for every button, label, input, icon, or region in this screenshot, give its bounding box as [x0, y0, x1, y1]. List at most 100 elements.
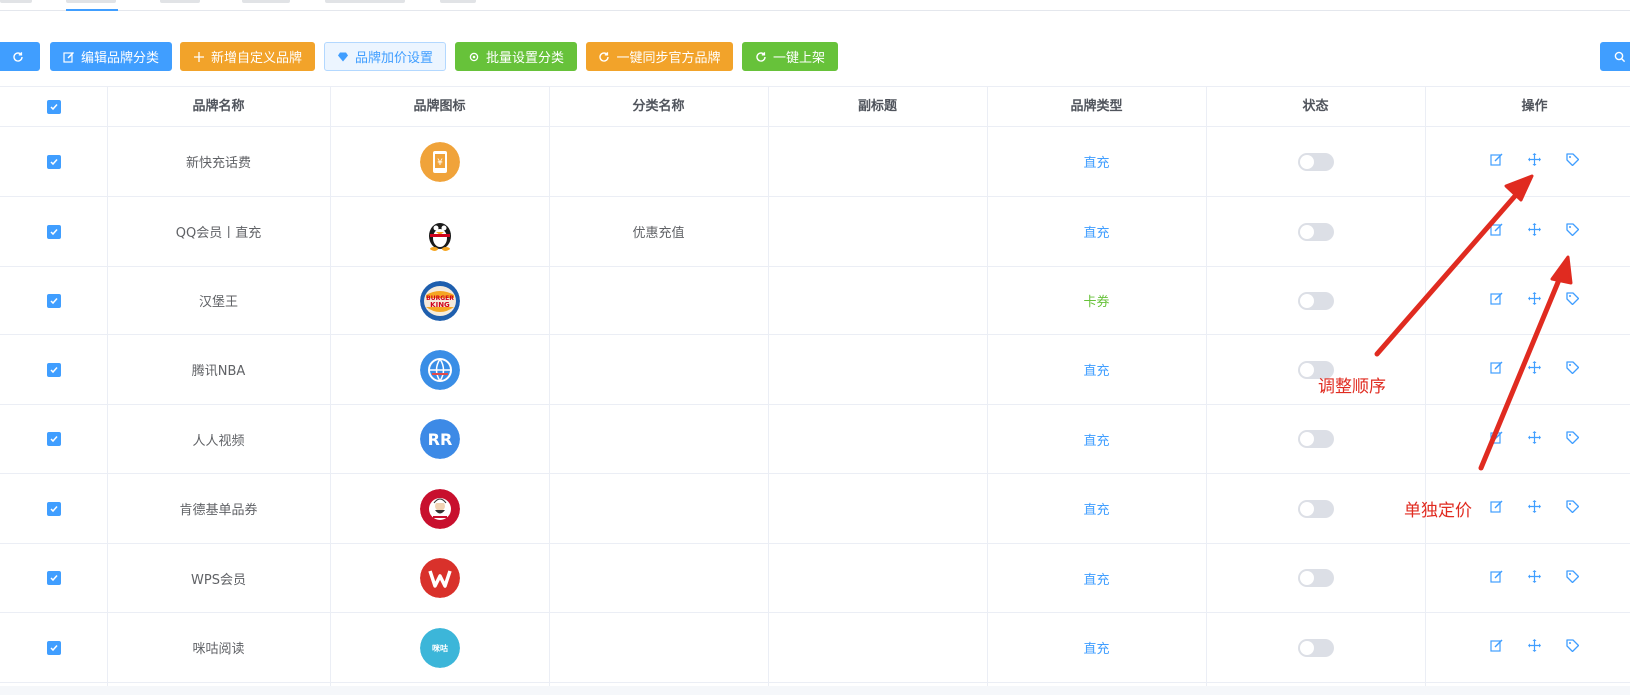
sync-official-brands-button[interactable]: 一键同步官方品牌 — [586, 42, 733, 71]
tab-fragment[interactable] — [66, 0, 116, 3]
row-checkbox[interactable] — [46, 154, 61, 169]
set-price-button[interactable] — [1566, 639, 1580, 656]
edit-button[interactable] — [1490, 361, 1503, 378]
row-checkbox[interactable] — [46, 224, 61, 239]
add-custom-brand-button[interactable]: 新增自定义品牌 — [180, 42, 315, 71]
status-cell — [1206, 544, 1425, 612]
tab-fragment[interactable] — [440, 0, 476, 3]
status-switch[interactable] — [1297, 430, 1334, 448]
refresh-icon — [13, 51, 23, 62]
brand-name: 腾讯NBA — [191, 364, 246, 379]
status-switch[interactable] — [1297, 499, 1334, 518]
edit-brand-category-button[interactable]: 编辑品牌分类 — [50, 42, 172, 71]
status-switch[interactable] — [1297, 222, 1334, 241]
select-all-checkbox[interactable] — [46, 100, 61, 114]
checkbox-cell — [0, 474, 107, 543]
tab-fragment[interactable] — [0, 0, 32, 3]
table-row: QQ会员丨直充 优惠充值 直充 — [0, 197, 1630, 267]
brand-markup-settings-button[interactable]: 品牌加价设置 — [324, 42, 446, 71]
edit-icon — [1490, 431, 1503, 444]
tab-fragment[interactable] — [160, 0, 200, 3]
set-price-button[interactable] — [1566, 500, 1580, 517]
header-brand-type: 品牌类型 — [1070, 99, 1123, 114]
brand-type-cell: 直充 — [987, 335, 1206, 404]
category-name: 优惠充值 — [632, 226, 685, 241]
reorder-button[interactable] — [1528, 153, 1541, 170]
row-checkbox[interactable] — [46, 362, 61, 377]
sync-official-brands-label: 一键同步官方品牌 — [616, 51, 721, 66]
edit-button[interactable] — [1490, 639, 1503, 656]
row-checkbox[interactable] — [46, 571, 61, 585]
edit-button[interactable] — [1490, 292, 1503, 309]
edit-button[interactable] — [1490, 500, 1503, 517]
status-switch[interactable] — [1297, 152, 1334, 171]
brand-type-cell: 直充 — [987, 474, 1206, 543]
set-price-button[interactable] — [1566, 569, 1580, 587]
price-tag-icon — [1566, 430, 1580, 444]
row-checkbox[interactable] — [46, 501, 61, 516]
phone-recharge-logo: ¥ — [419, 141, 460, 182]
table-row: 肯德基单品券 直充 — [0, 474, 1630, 544]
refresh-button[interactable] — [0, 42, 40, 71]
check-icon — [49, 158, 58, 165]
header-subtitle: 副标题 — [857, 99, 897, 114]
tab-fragment[interactable] — [242, 0, 290, 3]
brand-icon-cell: 咪咕 — [330, 613, 549, 682]
row-checkbox[interactable] — [46, 640, 61, 655]
publish-all-button[interactable]: 一键上架 — [742, 42, 838, 71]
brand-name-cell: 人人视频 — [107, 405, 330, 473]
status-switch[interactable] — [1297, 638, 1334, 657]
row-actions — [1490, 500, 1580, 517]
tencent-nba-logo — [419, 349, 460, 390]
row-checkbox[interactable] — [46, 432, 61, 446]
batch-set-category-label: 批量设置分类 — [485, 51, 564, 66]
reorder-button[interactable] — [1528, 430, 1541, 448]
reorder-button[interactable] — [1528, 361, 1541, 378]
edit-icon — [1490, 292, 1503, 305]
move-icon — [1528, 430, 1541, 444]
burger-king-logo: BURGER KING — [419, 280, 460, 321]
edit-button[interactable] — [1490, 153, 1503, 170]
tab-active-indicator — [66, 9, 118, 11]
brand-name-cell: QQ会员丨直充 — [107, 197, 330, 266]
edit-icon — [1490, 223, 1503, 236]
edit-button[interactable] — [1490, 570, 1503, 587]
set-price-button[interactable] — [1566, 153, 1580, 170]
search-icon — [1614, 51, 1626, 62]
brand-name: 肯德基单品券 — [179, 503, 258, 518]
plus-icon — [193, 51, 204, 62]
diamond-icon — [337, 52, 348, 61]
search-button[interactable] — [1600, 42, 1630, 71]
brand-type-tag: 直充 — [1083, 503, 1110, 518]
set-price-button[interactable] — [1566, 292, 1580, 309]
brand-type-tag: 直充 — [1083, 642, 1110, 657]
brand-name-cell: WPS会员 — [107, 544, 330, 612]
edit-button[interactable] — [1490, 431, 1503, 448]
column-divider — [987, 86, 988, 695]
check-icon — [49, 436, 58, 443]
category-cell — [549, 474, 768, 543]
check-icon — [49, 644, 58, 651]
publish-all-label: 一键上架 — [772, 51, 825, 66]
row-checkbox[interactable] — [46, 293, 61, 308]
set-price-button[interactable] — [1566, 361, 1580, 378]
reorder-button[interactable] — [1528, 292, 1541, 309]
edit-button[interactable] — [1490, 223, 1503, 240]
column-divider — [549, 86, 550, 695]
reorder-button[interactable] — [1528, 500, 1541, 517]
set-price-button[interactable] — [1566, 223, 1580, 240]
check-icon — [49, 366, 58, 373]
edit-icon — [63, 51, 74, 63]
status-switch[interactable] — [1297, 569, 1334, 587]
row-actions — [1490, 639, 1580, 656]
select-all-cell — [0, 87, 107, 127]
set-price-button[interactable] — [1566, 430, 1580, 448]
reorder-button[interactable] — [1528, 569, 1541, 587]
status-switch[interactable] — [1297, 291, 1334, 310]
batch-set-category-button[interactable]: 批量设置分类 — [455, 42, 577, 71]
header-brand-name: 品牌名称 — [192, 99, 245, 114]
table-row: 新快充话费 ¥ 直充 — [0, 127, 1630, 197]
tab-fragment[interactable] — [325, 0, 405, 3]
reorder-button[interactable] — [1528, 639, 1541, 656]
reorder-button[interactable] — [1528, 223, 1541, 240]
